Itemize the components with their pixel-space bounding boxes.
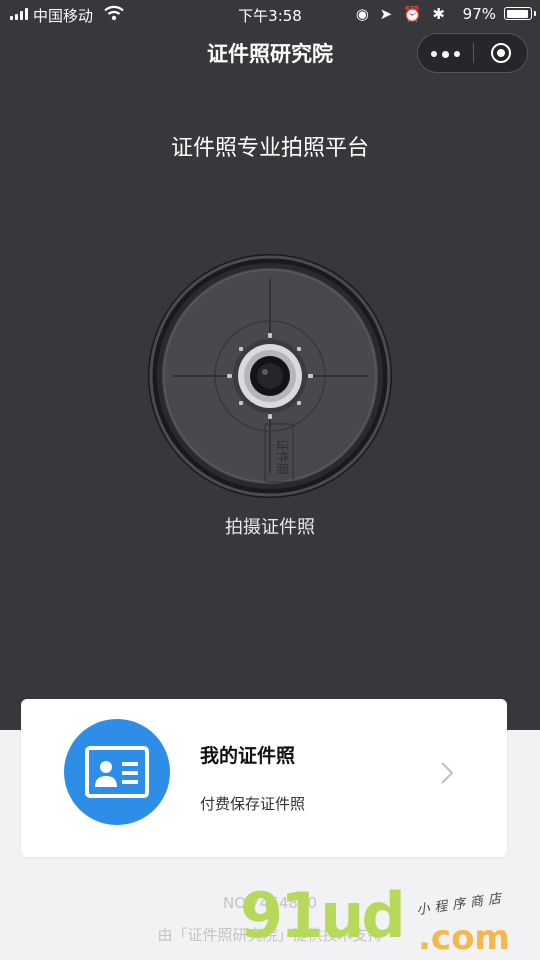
lens-label: 证件照 (275, 439, 289, 475)
more-icon[interactable] (431, 50, 461, 58)
watermark-logo: 91ud (240, 879, 406, 952)
close-mini-program-icon[interactable] (491, 43, 511, 63)
capsule-divider (473, 43, 474, 63)
watermark-domain: .com (418, 918, 510, 958)
platform-subtitle: 证件照专业拍照平台 (170, 136, 369, 161)
shoot-id-photo-label[interactable]: 拍摄证件照 (0, 513, 540, 539)
watermark-tag: 小程序商店 (415, 890, 507, 919)
id-card-icon (64, 719, 170, 825)
status-icons: ◉ ➤ ⏰ ✱ (355, 5, 448, 23)
battery-percent: 97% (462, 5, 496, 23)
battery-icon (504, 7, 536, 20)
my-id-photos-title: 我的证件照 (200, 745, 296, 767)
my-id-photos-card[interactable]: 我的证件照 付费保存证件照 (21, 699, 507, 857)
take-photo-button[interactable]: 证件照 (147, 253, 393, 503)
mini-program-capsule (417, 33, 528, 73)
my-id-photos-subtitle: 付费保存证件照 (200, 795, 306, 813)
status-bar: 中国移动 下午3:58 ◉ ➤ ⏰ ✱ 97% (0, 0, 540, 28)
status-time: 下午3:58 (238, 7, 302, 25)
chevron-right-icon (439, 761, 455, 789)
